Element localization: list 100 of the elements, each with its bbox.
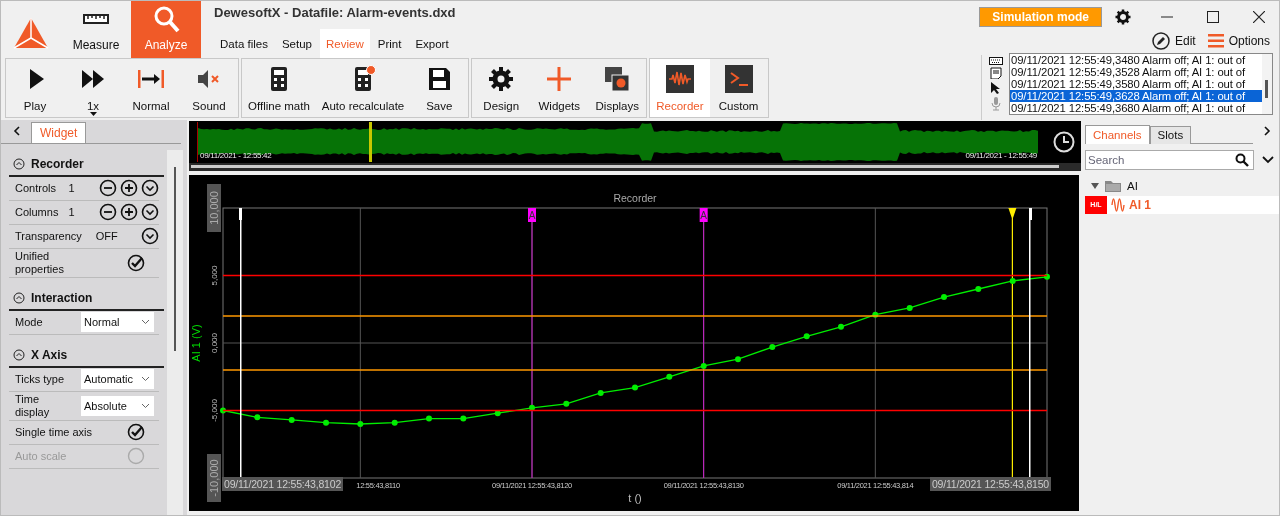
chevron-left-icon[interactable] — [13, 125, 21, 136]
panel-tab[interactable]: Channels — [1085, 124, 1150, 144]
window-title: DewesoftX - Datafile: Alarm-events.dxd — [214, 5, 457, 22]
collapse-icon[interactable] — [13, 349, 25, 362]
dropdown[interactable]: Normal — [81, 312, 154, 333]
note-icon[interactable] — [989, 67, 1002, 79]
toolbar-button[interactable]: Custom — [709, 59, 768, 117]
maximize-icon[interactable] — [1207, 10, 1219, 23]
scrollbar[interactable] — [189, 162, 1081, 171]
panel-tab[interactable]: Slots — [1149, 125, 1192, 144]
data-point — [529, 404, 535, 411]
chevron-down-icon[interactable] — [141, 179, 159, 198]
data-point — [1009, 277, 1016, 284]
pencil-icon — [1151, 32, 1170, 50]
toolbar-button[interactable]: Save — [410, 59, 469, 117]
data-point — [838, 323, 844, 330]
chevron-down-icon — [141, 319, 150, 326]
cursor-line[interactable] — [1028, 207, 1032, 478]
toolbar-button[interactable]: Play — [6, 59, 64, 117]
edit-button[interactable]: Edit — [1151, 32, 1196, 50]
checkbox-checked-icon[interactable] — [127, 253, 145, 272]
event-log-entry[interactable]: 09/11/2021 12:55:49,3480 Alarm off; AI 1: out of — [1010, 54, 1262, 66]
toolbar-button[interactable]: Design — [472, 59, 531, 117]
cursor-line[interactable] — [239, 207, 243, 478]
expanded-triangle-icon[interactable] — [1091, 181, 1099, 190]
data-point — [323, 419, 329, 426]
waveform-icon — [665, 65, 694, 93]
event-log-entry[interactable]: 09/11/2021 12:55:49,3580 Alarm off; AI 1: out of — [1010, 78, 1262, 90]
dropdown[interactable]: Absolute — [81, 395, 154, 416]
plus-icon[interactable] — [120, 203, 138, 222]
keyboard-icon[interactable] — [988, 57, 1003, 65]
collapse-icon[interactable] — [13, 158, 25, 171]
menu-tab[interactable]: Setup — [275, 29, 318, 58]
settings-icon[interactable] — [1115, 8, 1131, 25]
scrollbar-thumb[interactable] — [191, 164, 1059, 168]
clock-icon[interactable] — [1053, 130, 1075, 153]
data-point — [906, 304, 913, 311]
toolbar-button[interactable]: Normal — [122, 59, 180, 117]
data-point — [769, 343, 776, 350]
minus-icon[interactable] — [99, 203, 117, 222]
scrollbar-thumb[interactable] — [174, 166, 176, 351]
checkbox-checked-icon[interactable] — [127, 423, 145, 442]
property-label: Columns — [15, 205, 60, 219]
menu-tab[interactable]: Data files — [214, 29, 274, 58]
toolbar-button[interactable]: Sound — [180, 59, 238, 117]
scrollbar[interactable] — [1262, 54, 1272, 114]
chevron-down-icon[interactable] — [141, 203, 159, 222]
time-label: 09/11/2021 - 12:55:49 — [965, 150, 1037, 160]
chevron-right-icon[interactable] — [1263, 125, 1271, 136]
menu-tab[interactable]: Print — [371, 29, 408, 58]
scrollbar[interactable] — [167, 149, 183, 515]
range-start-label: 09/11/2021 12:55:43,8102 — [222, 476, 344, 491]
data-point — [700, 362, 707, 369]
event-log-entry[interactable]: 09/11/2021 12:55:49,3628 Alarm off; AI 1: out of — [1010, 90, 1262, 102]
data-point — [872, 311, 879, 318]
annotation: A — [700, 209, 708, 221]
data-point — [426, 415, 432, 422]
toolbar-button[interactable]: Offline math — [242, 59, 316, 117]
data-point — [220, 407, 226, 414]
collapse-icon[interactable] — [13, 292, 25, 305]
dropdown[interactable]: Automatic — [81, 369, 154, 390]
axis-label: 10,000 — [207, 183, 221, 232]
search-icon[interactable] — [1235, 152, 1249, 167]
toolbar-button[interactable]: Recorder — [650, 59, 710, 117]
property-value: 1 — [68, 182, 76, 195]
chevron-down-icon[interactable] — [141, 227, 159, 246]
search-field[interactable]: Search — [1085, 149, 1254, 170]
event-log-entry[interactable]: 09/11/2021 12:55:49,3528 Alarm off; AI 1: out of — [1010, 66, 1262, 78]
event-log-entry[interactable]: 09/11/2021 12:55:49,3680 Alarm off; AI 1: out of — [1010, 102, 1262, 114]
toolbar-button[interactable]: Widgets — [530, 59, 589, 117]
options-button[interactable]: Options — [1207, 32, 1270, 50]
mode-button[interactable]: Measure — [61, 1, 131, 58]
toolbar-button[interactable]: Auto recalculate — [315, 59, 411, 117]
menu-tab[interactable]: Export — [409, 29, 455, 58]
property-label: Transparency — [15, 229, 83, 243]
property-label: Controls — [15, 181, 57, 195]
property-label: Mode — [15, 315, 44, 329]
data-point — [288, 416, 295, 423]
minimize-icon[interactable] — [1161, 15, 1173, 18]
axis-label: -10,000 — [207, 453, 221, 502]
tree-item[interactable]: AI — [1127, 179, 1138, 192]
plus-icon[interactable] — [120, 179, 138, 198]
property-label: Single time axis — [15, 425, 94, 439]
data-point — [563, 400, 570, 407]
data-point — [391, 419, 398, 426]
ruler-icon — [83, 14, 109, 24]
cursor-icon[interactable] — [990, 81, 1001, 95]
close-icon[interactable] — [1253, 10, 1265, 23]
data-point — [803, 333, 810, 340]
data-point — [254, 414, 261, 421]
data-point — [666, 373, 673, 380]
position-marker[interactable] — [369, 121, 373, 162]
scrollbar-thumb[interactable] — [1265, 80, 1268, 98]
chart-title: Recorder — [613, 191, 657, 204]
toolbar-button[interactable]: Displays — [588, 59, 647, 117]
chevron-down-icon[interactable] — [1262, 155, 1274, 164]
axis-title: t () — [628, 491, 642, 504]
overlapping-screens-icon — [603, 65, 632, 93]
toolbar-button[interactable]: 1x — [64, 59, 122, 117]
minus-icon[interactable] — [99, 179, 117, 198]
